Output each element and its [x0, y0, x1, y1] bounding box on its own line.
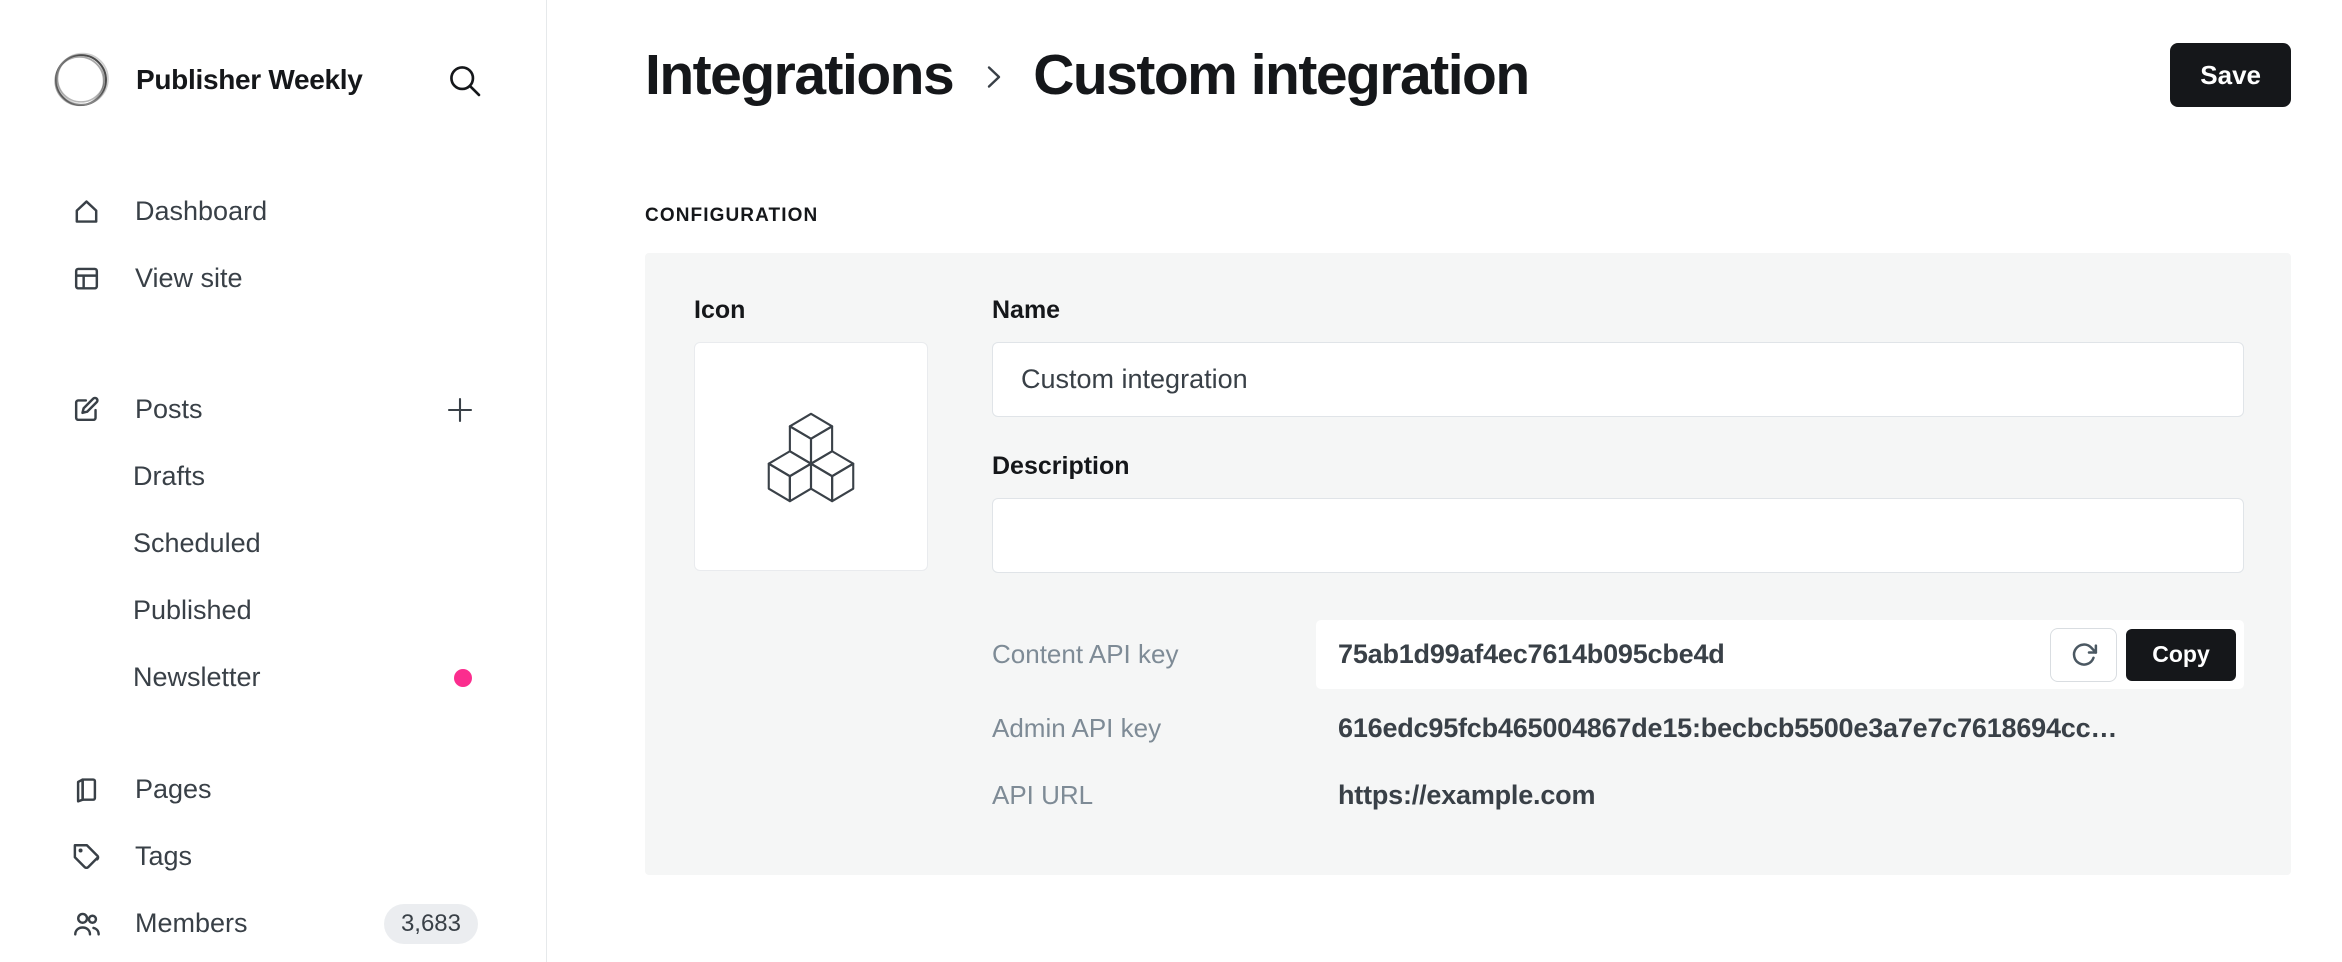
- admin-api-key-label: Admin API key: [992, 713, 1316, 744]
- configuration-card: Icon Name: [645, 253, 2291, 875]
- sidebar-item-label: Tags: [135, 841, 192, 872]
- content-api-key-field[interactable]: 75ab1d99af4ec7614b095cbe4d Copy: [1316, 620, 2244, 689]
- sidebar-item-members[interactable]: Members 3,683: [0, 890, 546, 957]
- page-title: Custom integration: [1033, 42, 1529, 108]
- main-content: Integrations Custom integration Save CON…: [547, 0, 2342, 962]
- nav-group-gap: [0, 312, 546, 376]
- book-icon: [70, 774, 102, 806]
- sidebar-item-view-site[interactable]: View site: [0, 245, 546, 312]
- sidebar-item-drafts[interactable]: Drafts: [0, 443, 546, 510]
- search-icon: [446, 62, 483, 99]
- page-header: Integrations Custom integration Save: [645, 40, 2291, 110]
- description-field-label: Description: [992, 451, 2244, 481]
- sidebar-item-label: Drafts: [133, 461, 205, 492]
- integration-icon-upload[interactable]: [694, 342, 928, 571]
- sidebar-item-scheduled[interactable]: Scheduled: [0, 510, 546, 577]
- save-button[interactable]: Save: [2170, 43, 2291, 107]
- sidebar-item-label: Posts: [135, 394, 203, 425]
- isometric-cubes-icon: [763, 409, 859, 505]
- name-field-label: Name: [992, 295, 2244, 325]
- layout-icon: [70, 263, 102, 295]
- newsletter-notification-dot: [454, 669, 472, 687]
- sidebar-item-label: Published: [133, 595, 252, 626]
- publication-title: Publisher Weekly: [136, 64, 420, 96]
- tag-icon: [70, 841, 102, 873]
- sidebar-nav: Dashboard View site Posts: [0, 160, 546, 957]
- content-api-key-label: Content API key: [992, 639, 1316, 670]
- members-count-badge: 3,683: [384, 904, 478, 944]
- edit-pen-icon: [70, 394, 102, 426]
- sidebar-item-label: Dashboard: [135, 196, 267, 227]
- sidebar-item-label: Newsletter: [133, 662, 261, 693]
- api-url-value[interactable]: https://example.com: [1316, 780, 2244, 811]
- nav-group-gap: [0, 711, 546, 756]
- chevron-right-icon: [975, 55, 1011, 95]
- form-column: Name Description Content API key 75ab1d9…: [992, 295, 2244, 811]
- sidebar-item-dashboard[interactable]: Dashboard: [0, 178, 546, 245]
- regenerate-key-button[interactable]: [2050, 628, 2117, 682]
- sidebar-item-label: Scheduled: [133, 528, 261, 559]
- section-label: CONFIGURATION: [645, 206, 2291, 225]
- sidebar-item-posts[interactable]: Posts: [0, 376, 546, 443]
- admin-api-key-row: Admin API key 616edc95fcb465004867de15:b…: [992, 713, 2244, 744]
- admin-api-key-value[interactable]: 616edc95fcb465004867de15:becbcb5500e3a7e…: [1316, 713, 2244, 744]
- publication-logo-icon: [50, 49, 112, 111]
- sidebar-item-tags[interactable]: Tags: [0, 823, 546, 890]
- icon-column: Icon: [694, 295, 928, 811]
- sidebar-header: Publisher Weekly: [0, 0, 546, 160]
- icon-field-label: Icon: [694, 295, 928, 325]
- home-icon: [70, 196, 102, 228]
- name-input[interactable]: [992, 342, 2244, 417]
- api-url-row: API URL https://example.com: [992, 780, 2244, 811]
- sidebar: Publisher Weekly Dashboard View site: [0, 0, 547, 962]
- search-button[interactable]: [444, 60, 484, 100]
- rotate-cw-icon: [2069, 640, 2099, 670]
- breadcrumb: Integrations Custom integration: [645, 42, 1529, 108]
- sidebar-item-label: View site: [135, 263, 243, 294]
- sidebar-item-published[interactable]: Published: [0, 577, 546, 644]
- plus-icon: [443, 393, 477, 427]
- new-post-button[interactable]: [442, 392, 478, 428]
- users-icon: [70, 908, 102, 940]
- sidebar-item-label: Members: [135, 908, 248, 939]
- breadcrumb-integrations-link[interactable]: Integrations: [645, 42, 953, 108]
- app-window: Publisher Weekly Dashboard View site: [0, 0, 2342, 962]
- content-api-key-row: Content API key 75ab1d99af4ec7614b095cbe…: [992, 620, 2244, 689]
- sidebar-item-label: Pages: [135, 774, 212, 805]
- sidebar-item-pages[interactable]: Pages: [0, 756, 546, 823]
- api-details: Content API key 75ab1d99af4ec7614b095cbe…: [992, 620, 2244, 811]
- sidebar-item-newsletter[interactable]: Newsletter: [0, 644, 546, 711]
- api-url-label: API URL: [992, 780, 1316, 811]
- content-api-key-value[interactable]: 75ab1d99af4ec7614b095cbe4d: [1338, 639, 2050, 670]
- copy-button[interactable]: Copy: [2126, 629, 2236, 681]
- description-input[interactable]: [992, 498, 2244, 573]
